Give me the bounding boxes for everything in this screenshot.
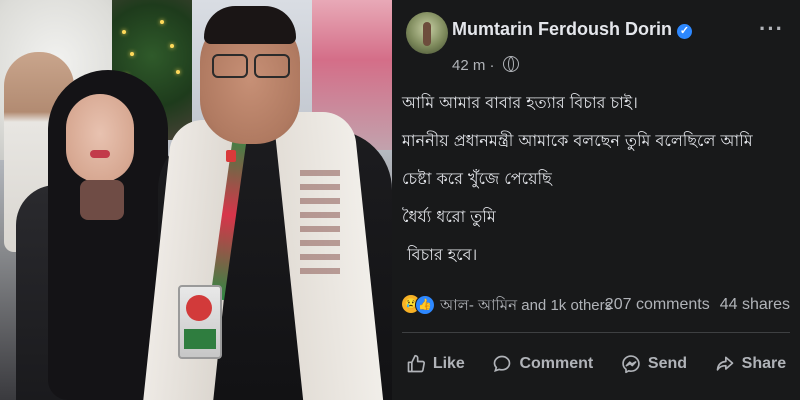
send-label: Send <box>647 355 688 372</box>
author-name-row: Mumtarin Ferdoush Dorin ✓ <box>452 19 692 40</box>
post-meta: 42 m · <box>452 56 519 74</box>
verified-badge-icon: ✓ <box>677 24 692 39</box>
photo-woman-lips <box>90 150 110 158</box>
comments-count[interactable]: 207 comments <box>605 296 710 313</box>
more-options-icon[interactable]: ··· <box>759 16 784 42</box>
share-button[interactable]: Share <box>707 348 794 380</box>
globe-icon <box>502 56 519 72</box>
share-label: Share <box>741 355 787 372</box>
meta-separator: · <box>489 57 495 74</box>
share-arrow-icon <box>716 356 733 371</box>
like-button[interactable]: Like <box>398 348 473 380</box>
comment-button[interactable]: Comment <box>484 348 601 380</box>
photo-pin <box>226 150 236 162</box>
like-label: Like <box>432 355 465 372</box>
reaction-icons: 😢 👍 <box>402 295 436 315</box>
post-body-line: ধৈর্য্য ধরো তুমি <box>402 207 496 226</box>
reactions-label: আল- আমিন and 1k others <box>440 297 613 314</box>
like-reaction-icon: 👍 <box>415 295 435 315</box>
author-name[interactable]: Mumtarin Ferdoush Dorin <box>452 19 672 39</box>
photo-man-hair <box>204 6 296 44</box>
post-card: Mumtarin Ferdoush Dorin ✓ 42 m · ··· আমি … <box>392 0 800 400</box>
post-time[interactable]: 42 m <box>452 57 485 74</box>
avatar[interactable] <box>406 12 448 54</box>
photo-man-glasses <box>210 54 290 78</box>
messenger-icon <box>622 355 640 374</box>
photo-woman-scarf <box>80 180 124 220</box>
thumbs-up-icon <box>407 354 425 373</box>
engagement-counts: 207 comments 44 shares <box>605 296 790 314</box>
post-body-line: বিচার হবে। <box>402 245 478 264</box>
send-button[interactable]: Send <box>613 348 695 380</box>
post-body-line: মাননীয় প্রধানমন্ত্রী আমাকে বলছেন তুমি ব… <box>402 131 753 150</box>
photo-shawl-pattern <box>300 170 340 280</box>
post-body-line: আমি আমার বাবার হত্যার বিচার চাই। <box>402 93 638 112</box>
comment-bubble-icon <box>494 355 511 372</box>
photo-id-badge <box>178 285 222 359</box>
reactions-summary[interactable]: 😢 👍 আল- আমিন and 1k others <box>402 294 612 316</box>
photo-woman-face <box>66 94 134 182</box>
divider <box>402 332 790 333</box>
post-body-line: চেষ্টা করে খুঁজে পেয়েছি <box>402 169 552 188</box>
post-photo[interactable] <box>0 0 392 400</box>
post-actions: Like Comment Send Share <box>392 342 800 386</box>
shares-count[interactable]: 44 shares <box>720 296 790 313</box>
comment-label: Comment <box>519 355 594 372</box>
